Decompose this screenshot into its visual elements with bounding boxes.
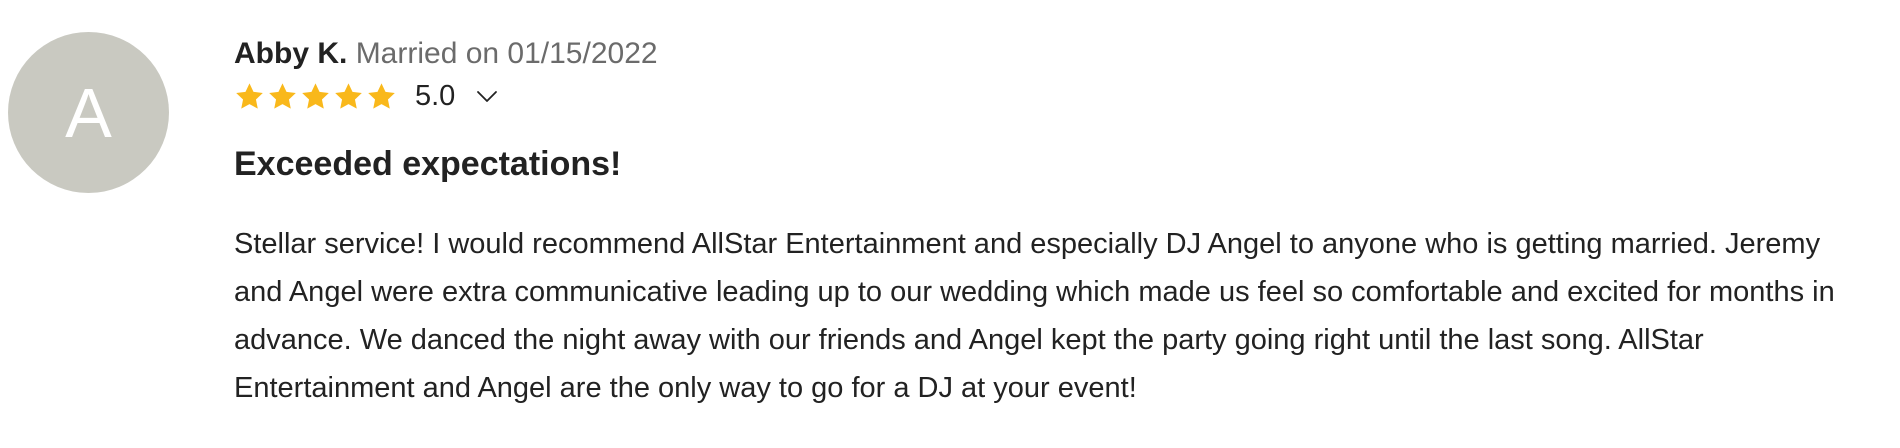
avatar: A xyxy=(8,32,169,193)
avatar-initial: A xyxy=(65,73,112,152)
star-icon xyxy=(236,82,263,109)
review-content: Abby K. Married on 01/15/2022 5.0 Exceed… xyxy=(234,34,1874,412)
chevron-down-icon[interactable] xyxy=(475,84,499,108)
star-icon xyxy=(269,82,296,109)
star-icon xyxy=(302,82,329,109)
rating-value: 5.0 xyxy=(415,79,456,112)
review-card: A Abby K. Married on 01/15/2022 5.0 Exce… xyxy=(0,0,1900,448)
review-header: Abby K. Married on 01/15/2022 xyxy=(234,34,1874,74)
rating-row: 5.0 xyxy=(234,76,1874,116)
star-icon xyxy=(368,82,395,109)
reviewer-name: Abby K. xyxy=(234,37,348,70)
star-icon xyxy=(335,82,362,109)
star-rating xyxy=(234,81,397,112)
review-title: Exceeded expectations! xyxy=(234,145,622,183)
married-date: Married on 01/15/2022 xyxy=(355,37,658,70)
review-body: Stellar service! I would recommend AllSt… xyxy=(234,228,1835,404)
